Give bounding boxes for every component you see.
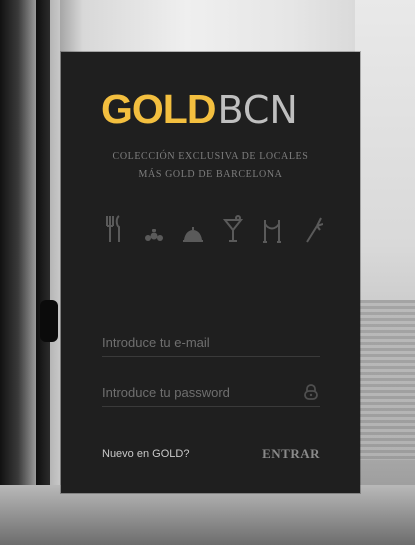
tapas-icon	[143, 214, 165, 244]
goldbcn-logo: GOLD BCN	[101, 86, 321, 132]
velvet-rope-icon	[261, 214, 283, 244]
category-icons-row	[103, 208, 323, 244]
password-field	[102, 378, 320, 407]
tagline-line-1: COLECCIÓN EXCLUSIVA DE LOCALES	[112, 151, 309, 162]
background-window-frame	[36, 0, 50, 545]
bird-of-paradise-icon	[301, 214, 323, 244]
lock-icon	[302, 383, 320, 401]
cutlery-icon	[103, 214, 125, 244]
password-input[interactable]	[102, 378, 320, 406]
cloche-icon	[182, 214, 204, 244]
tagline-line-2: MÁS GOLD DE BARCELONA	[138, 169, 283, 180]
email-input[interactable]	[102, 328, 320, 356]
background-window-left	[0, 0, 60, 545]
login-modal: GOLD BCN COLECCIÓN EXCLUSIVA DE LOCALES …	[61, 52, 360, 493]
logo-gold-text: GOLD	[101, 86, 216, 132]
enter-button[interactable]: ENTRAR	[262, 446, 320, 462]
tagline: COLECCIÓN EXCLUSIVA DE LOCALES MÁS GOLD …	[61, 148, 360, 184]
background-sea	[355, 300, 415, 460]
background-floor	[0, 485, 415, 545]
background-window-handle	[40, 300, 58, 342]
background-right-window	[355, 0, 415, 545]
email-field	[102, 328, 320, 357]
signup-link[interactable]: Nuevo en GOLD?	[102, 448, 189, 460]
login-footer: Nuevo en GOLD? ENTRAR	[102, 446, 320, 462]
logo-bcn-text: BCN	[217, 88, 298, 132]
cocktail-icon	[222, 214, 244, 244]
